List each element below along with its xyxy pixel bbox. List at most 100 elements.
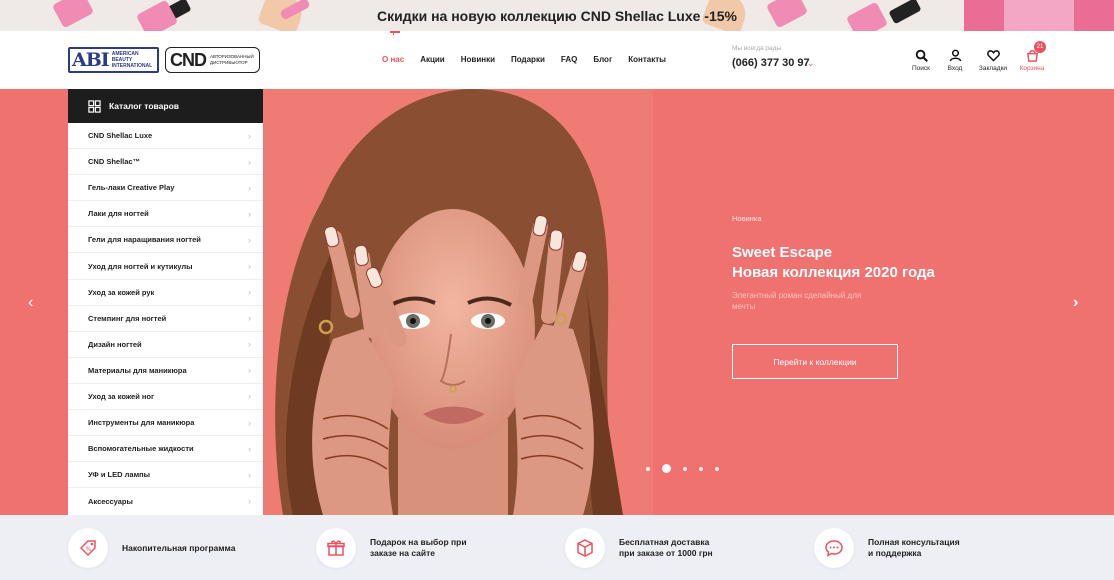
nav-gifts[interactable]: Подарки <box>511 55 545 64</box>
nav-faq[interactable]: FAQ <box>561 55 577 64</box>
catalog-item[interactable]: CND Shellac Luxe › <box>68 123 263 150</box>
model-photo <box>263 89 653 515</box>
slider-dot[interactable] <box>715 466 719 471</box>
site-header: ABI American Beauty International CND Ав… <box>0 31 1114 89</box>
catalog-item-label: УФ и LED лампы <box>88 470 151 480</box>
cnd-logo[interactable]: CND Авторизованный дистрибьютор <box>165 47 260 73</box>
chevron-right-icon: › <box>248 130 251 141</box>
chevron-right-icon: › <box>248 365 251 376</box>
catalog-item[interactable]: Гель-лаки Creative Play › <box>68 175 263 202</box>
search-icon <box>915 49 928 62</box>
go-to-collection-button[interactable]: Перейти к коллекции <box>732 344 898 379</box>
catalog-item[interactable]: Уход за кожей ног › <box>68 384 263 411</box>
user-icon <box>949 49 961 62</box>
feature-icon-circle <box>565 528 605 568</box>
feature-free-delivery[interactable]: Бесплатная доставка при заказе от 1000 г… <box>565 528 713 568</box>
nav-contacts[interactable]: Контакты <box>628 55 666 64</box>
catalog-item[interactable]: Вспомогательные жидкости › <box>68 436 263 463</box>
feature-text: Полная консультация и поддержка <box>868 537 960 558</box>
chevron-right-icon: › <box>248 208 251 219</box>
chevron-right-icon: › <box>1073 294 1079 311</box>
nav-promotions[interactable]: Акции <box>420 55 445 64</box>
catalog-item[interactable]: УФ и LED лампы › <box>68 462 263 489</box>
catalog-item-label: Аксессуары <box>88 496 133 506</box>
heart-icon <box>986 50 1000 62</box>
catalog-item-label: Уход для ногтей и кутикулы <box>88 261 193 271</box>
catalog-item[interactable]: Лаки для ногтей › <box>68 201 263 228</box>
feature-text: Накопительная программа <box>122 542 236 553</box>
catalog-item[interactable]: Уход для ногтей и кутикулы › <box>68 253 263 280</box>
chevron-right-icon: › <box>248 261 251 272</box>
catalog-item-label: Уход за кожей ног <box>88 391 155 401</box>
search-label: Поиск <box>911 65 930 72</box>
catalog-item[interactable]: Инструменты для маникюра › <box>68 410 263 437</box>
feature-icon-circle: % <box>68 528 108 568</box>
cnd-logo-mark: CND <box>170 49 207 70</box>
feature-icon-circle <box>814 528 854 568</box>
catalog-item-label: Материалы для маникюра <box>88 365 187 375</box>
slider-next-button[interactable]: › <box>1073 294 1078 312</box>
chevron-right-icon: › <box>248 234 251 245</box>
feature-gift[interactable]: Подарок на выбор при заказе на сайте <box>316 528 467 568</box>
feature-loyalty-program[interactable]: % Накопительная программа <box>68 528 235 568</box>
catalog-item-label: Лаки для ногтей <box>88 209 149 219</box>
chevron-down-icon[interactable]: ⌄ <box>807 58 815 69</box>
feature-consultation[interactable]: Полная консультация и поддержка <box>814 528 960 568</box>
catalog-item[interactable]: Стемпинг для ногтей › <box>68 306 263 332</box>
chevron-right-icon: › <box>248 469 251 480</box>
main-nav: О нас Акции Новинки Подарки FAQ Блог Кон… <box>382 31 666 64</box>
chevron-right-icon: › <box>248 443 251 454</box>
bookmarks-button[interactable]: Закладки <box>975 49 1011 72</box>
abi-logo-words: American Beauty International <box>111 51 153 69</box>
feature-icon-circle <box>316 528 356 568</box>
catalog-item-label: Стемпинг для ногтей <box>88 313 167 323</box>
features-bar: % Накопительная программа Подарок на выб… <box>0 515 1114 580</box>
catalog-item[interactable]: CND Shellac™ › <box>68 149 263 176</box>
catalog-item[interactable]: Гели для наращивания ногтей › <box>68 227 263 254</box>
feature-text: Подарок на выбор при заказе на сайте <box>370 537 467 558</box>
catalog-item-label: Гели для наращивания ногтей <box>88 235 201 245</box>
catalog-header[interactable]: Каталог товаров <box>68 89 263 123</box>
slider-dots <box>646 464 719 473</box>
slider-prev-button[interactable]: ‹ <box>28 294 33 312</box>
nav-blog[interactable]: Блог <box>593 55 612 64</box>
catalog-item[interactable]: Материалы для маникюра › <box>68 358 263 384</box>
bookmarks-label: Закладки <box>978 65 1008 72</box>
catalog-title: Каталог товаров <box>109 101 179 111</box>
cart-count-badge: 21 <box>1034 41 1046 53</box>
slide-tag: Новинка <box>732 214 762 223</box>
catalog-item[interactable]: Дизайн ногтей › <box>68 332 263 358</box>
chevron-right-icon: › <box>248 287 251 298</box>
catalog-item-label: Инструменты для маникюра <box>88 418 195 428</box>
catalog-item-label: Уход за кожей рук <box>88 287 155 297</box>
slider-dot[interactable] <box>683 466 687 471</box>
nav-about[interactable]: О нас <box>382 31 404 64</box>
catalog-item-label: Гель-лаки Creative Play <box>88 183 175 193</box>
catalog-item-label: CND Shellac™ <box>88 157 141 167</box>
discount-tag-icon: % <box>79 540 96 557</box>
svg-text:%: % <box>86 546 92 553</box>
chevron-right-icon: › <box>248 339 251 350</box>
abi-logo[interactable]: ABI American Beauty International <box>68 47 159 73</box>
catalog-sidebar: Каталог товаров CND Shellac Luxe › CND Sh… <box>68 89 263 515</box>
catalog-item-label: Дизайн ногтей <box>88 339 142 349</box>
promo-text: Скидки на новую коллекцию CND Shellac Lu… <box>376 8 737 24</box>
catalog-list: CND Shellac Luxe › CND Shellac™ › Гель-лак… <box>68 123 263 514</box>
catalog-item[interactable]: Уход за кожей рук › <box>68 280 263 306</box>
search-button[interactable]: Поиск <box>903 49 939 72</box>
nav-new[interactable]: Новинки <box>461 55 495 64</box>
catalog-item[interactable]: Аксессуары › <box>68 488 263 514</box>
box-icon <box>577 539 593 557</box>
slider-dot[interactable] <box>699 466 703 471</box>
slider-dot[interactable] <box>646 466 650 471</box>
cart-button[interactable]: Корзина <box>1014 49 1050 72</box>
phone-number[interactable]: (066) 377 30 97 <box>732 57 810 69</box>
slider-dot-active[interactable] <box>662 464 671 473</box>
slide-subtitle: Элегантный роман сделайный для мечты <box>732 291 862 311</box>
chevron-right-icon: › <box>248 417 251 428</box>
promo-banner[interactable]: Скидки на новую коллекцию CND Shellac Lu… <box>0 0 1114 31</box>
cnd-logo-words: Авторизованный дистрибьютор <box>210 54 254 65</box>
abi-logo-mark: ABI <box>72 49 110 71</box>
login-button[interactable]: Вход <box>937 49 973 72</box>
chevron-right-icon: › <box>248 496 251 507</box>
